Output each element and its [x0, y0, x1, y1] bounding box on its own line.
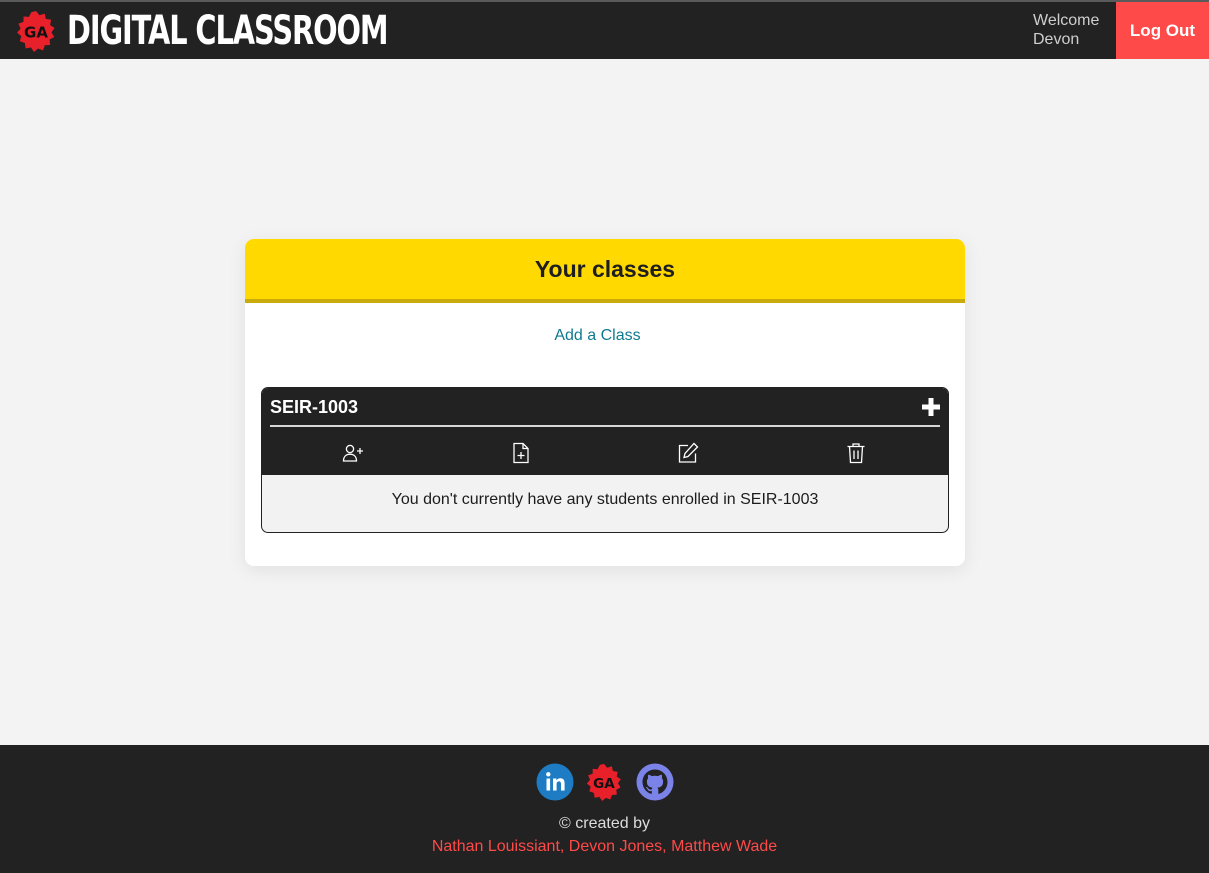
- classes-panel: Your classes Add a Class SEIR-1003 You d…: [245, 239, 965, 566]
- app-title: DIGITAL CLASSROOM: [67, 7, 389, 54]
- trash-icon[interactable]: [844, 441, 868, 465]
- brand-home-link[interactable]: GA DIGITAL CLASSROOM: [15, 10, 512, 52]
- authors-link[interactable]: Nathan Louissiant, Devon Jones, Matthew …: [0, 838, 1209, 856]
- expand-class-button[interactable]: [920, 396, 942, 418]
- welcome-message: Welcome Devon: [1033, 11, 1099, 49]
- panel-title: Your classes: [534, 255, 676, 282]
- welcome-username: Devon: [1033, 31, 1080, 48]
- footer-ga-logo-text: GA: [593, 776, 615, 792]
- logout-button[interactable]: Log Out: [1116, 2, 1209, 59]
- ga-logo-text: GA: [24, 23, 48, 41]
- add-class-link[interactable]: Add a Class: [245, 327, 950, 345]
- github-icon[interactable]: [636, 763, 674, 801]
- ga-logo-icon[interactable]: GA: [585, 763, 623, 801]
- class-name: SEIR-1003: [270, 397, 359, 417]
- class-card: SEIR-1003 You don't currently have any s…: [261, 387, 949, 533]
- class-card-divider: [270, 425, 940, 427]
- ga-logo-icon: GA: [17, 10, 55, 52]
- no-students-message: You don't currently have any students en…: [391, 491, 819, 508]
- linkedin-icon[interactable]: [536, 763, 574, 801]
- add-student-icon[interactable]: [341, 441, 365, 465]
- add-document-icon[interactable]: [509, 441, 533, 465]
- classes-panel-header: Your classes: [245, 239, 965, 303]
- edit-icon[interactable]: [676, 441, 700, 465]
- plus-icon: [922, 398, 940, 416]
- created-by-label: © created by: [559, 815, 650, 832]
- welcome-label: Welcome: [1033, 12, 1100, 29]
- class-card-header: SEIR-1003: [262, 388, 948, 475]
- top-navbar: GA DIGITAL CLASSROOM Welcome Devon Log O…: [0, 0, 1209, 59]
- footer: GA © created by Nathan Louissiant, Devon…: [0, 745, 1209, 873]
